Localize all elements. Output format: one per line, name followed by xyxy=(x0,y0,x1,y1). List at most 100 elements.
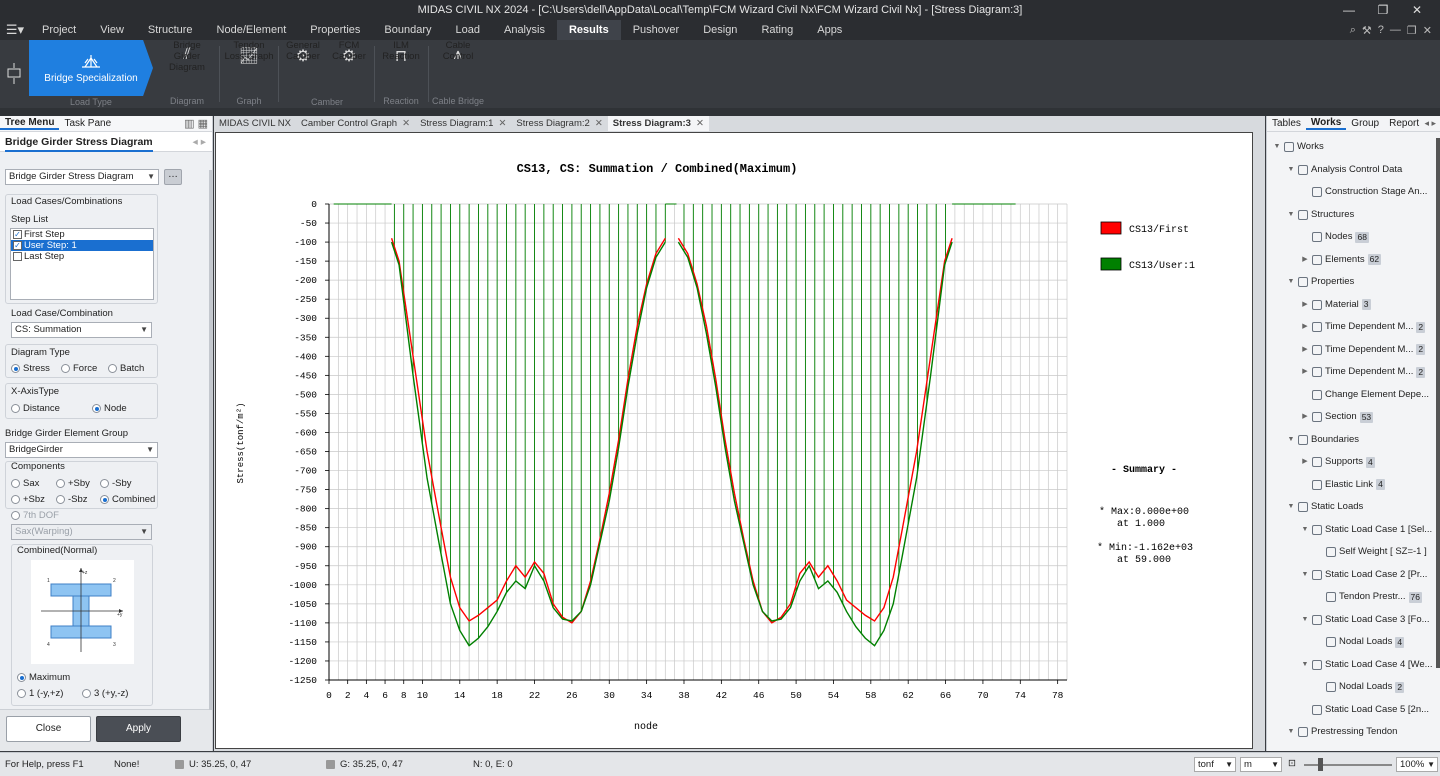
expand-toggle-icon[interactable]: ▶ xyxy=(1301,298,1309,312)
expand-toggle-icon[interactable]: ▶ xyxy=(1301,365,1309,379)
expand-toggle-icon[interactable]: ▼ xyxy=(1287,275,1295,289)
radio-distance[interactable]: Distance xyxy=(11,403,60,414)
doc-tab-5[interactable]: Stress Diagram:3 ✕ xyxy=(607,116,709,131)
tree-item[interactable]: Static Load Case 5 [2n... xyxy=(1301,703,1429,717)
tab-works[interactable]: Works xyxy=(1305,117,1347,130)
expand-toggle-icon[interactable]: ▼ xyxy=(1287,163,1295,177)
close-tab-icon[interactable]: ✕ xyxy=(696,116,704,131)
tab-group[interactable]: Group xyxy=(1346,118,1384,129)
element-group-select[interactable]: BridgeGirder ▼ xyxy=(5,442,158,458)
apply-button[interactable]: Apply xyxy=(96,716,181,742)
close-tab-icon[interactable]: ✕ xyxy=(498,116,506,131)
fit-view-icon[interactable]: ⊡ xyxy=(1288,758,1296,769)
menu-rating[interactable]: Rating xyxy=(749,20,805,40)
step-list[interactable]: ✓ First Step ✓ User Step: 1 Last Step xyxy=(10,228,154,300)
radio-maximum[interactable]: Maximum xyxy=(17,672,70,683)
radio-plus-sbz[interactable]: +Sbz xyxy=(11,494,45,505)
expand-toggle-icon[interactable]: ▼ xyxy=(1301,658,1309,672)
close-tab-icon[interactable]: ✕ xyxy=(595,116,603,131)
doc-tab-1[interactable]: MIDAS CIVIL NX xyxy=(214,116,296,131)
menu-results[interactable]: Results xyxy=(556,20,621,40)
radio-sax[interactable]: Sax xyxy=(11,478,39,489)
tree-item[interactable]: ▶ Section 53 xyxy=(1301,410,1374,424)
menu-analysis[interactable]: Analysis xyxy=(492,20,557,40)
tools-icon[interactable]: ⚒ xyxy=(1362,24,1372,37)
length-unit-select[interactable]: m ▼ xyxy=(1240,757,1282,772)
tree-item[interactable]: ▼ Static Load Case 3 [Fo... xyxy=(1301,613,1430,627)
tree-item[interactable]: ▼ Analysis Control Data xyxy=(1287,163,1402,177)
step-last[interactable]: Last Step xyxy=(11,251,153,262)
menu-project[interactable]: Project xyxy=(30,20,88,40)
expand-toggle-icon[interactable]: ▼ xyxy=(1287,433,1295,447)
expand-toggle-icon[interactable]: ▼ xyxy=(1301,523,1309,537)
tree-item[interactable]: Nodal Loads 4 xyxy=(1315,635,1405,649)
tree-item[interactable]: ▶ Time Dependent M... 2 xyxy=(1301,365,1426,379)
expand-toggle-icon[interactable]: ▶ xyxy=(1301,343,1309,357)
bridge-girder-diagram-button[interactable]: ⫽ Bridge Girder Diagram Diagram xyxy=(158,40,216,108)
ilm-reaction-button[interactable]: ⊓ ILM Reaction Reaction xyxy=(377,40,425,108)
radio-7th-dof[interactable]: 7th DOF xyxy=(11,510,59,521)
panel-layout-icon[interactable]: ▥ ▦ xyxy=(184,117,208,130)
tree-item[interactable]: ▼ Static Load Case 2 [Pr... xyxy=(1301,568,1427,582)
load-case-select[interactable]: CS: Summation ▼ xyxy=(11,322,152,338)
menu-apps[interactable]: Apps xyxy=(805,20,854,40)
menu-load[interactable]: Load xyxy=(444,20,492,40)
radio-combined[interactable]: Combined xyxy=(100,494,155,505)
radio-plus-sby[interactable]: +Sby xyxy=(56,478,90,489)
tree-item[interactable]: Nodal Loads 2 xyxy=(1315,680,1405,694)
menu-view[interactable]: View xyxy=(88,20,136,40)
bridge-specialization-button[interactable]: Bridge Specialization xyxy=(29,40,153,96)
force-unit-select[interactable]: tonf ▼ xyxy=(1194,757,1236,772)
doc-tab-4[interactable]: Stress Diagram:2 ✕ xyxy=(511,116,607,131)
tendon-loss-graph-button[interactable]: 📈︎ Tendon Loss Graph Graph xyxy=(222,40,276,108)
radio-batch[interactable]: Batch xyxy=(108,363,144,374)
menu-structure[interactable]: Structure xyxy=(136,20,205,40)
diagram-select[interactable]: Bridge Girder Stress Diagram ▼ xyxy=(5,169,159,185)
close-window-button[interactable]: ✕ xyxy=(1400,3,1434,17)
tree-item[interactable]: ▶ Time Dependent M... 2 xyxy=(1301,343,1426,357)
minimize-button[interactable]: — xyxy=(1332,3,1366,17)
more-button[interactable]: … xyxy=(164,169,182,185)
close-button[interactable]: Close xyxy=(6,716,91,742)
ribbon-toggle-icon[interactable] xyxy=(0,40,28,108)
tree-item[interactable]: Tendon Prestr... 76 xyxy=(1315,590,1423,604)
tab-report[interactable]: Report xyxy=(1384,118,1424,129)
expand-toggle-icon[interactable]: ▶ xyxy=(1301,410,1309,424)
tree-item[interactable]: ▼ Works xyxy=(1273,140,1324,154)
doc-tab-2[interactable]: Camber Control Graph ✕ xyxy=(296,116,415,131)
tree-item[interactable]: Nodes 68 xyxy=(1301,230,1369,244)
tree-item[interactable]: Self Weight [ SZ=-1 ] xyxy=(1315,545,1427,559)
zoom-slider-handle[interactable] xyxy=(1318,758,1323,771)
zoom-select[interactable]: 100% ▼ xyxy=(1396,757,1438,772)
tree-item[interactable]: Construction Stage An... xyxy=(1301,185,1427,199)
expand-toggle-icon[interactable]: ▼ xyxy=(1301,568,1309,582)
checkbox-first-step[interactable]: ✓ xyxy=(13,230,22,239)
tree-item[interactable]: ▼ Static Loads xyxy=(1287,500,1363,514)
tab-tree-menu[interactable]: Tree Menu xyxy=(0,117,60,130)
close-doc-icon[interactable]: ✕ xyxy=(1423,24,1432,37)
expand-toggle-icon[interactable]: ▼ xyxy=(1287,725,1295,739)
minimize-doc-icon[interactable]: — xyxy=(1390,24,1401,37)
restore-button[interactable]: ❐ xyxy=(1366,3,1400,17)
expand-toggle-icon[interactable]: ▼ xyxy=(1301,613,1309,627)
doc-tab-3[interactable]: Stress Diagram:1 ✕ xyxy=(415,116,511,131)
panel-nav-icon[interactable]: ◂ ▸ xyxy=(193,132,206,152)
tree-item[interactable]: ▶ Elements 62 xyxy=(1301,253,1382,267)
radio-node[interactable]: Node xyxy=(92,403,127,414)
tab-nav-icon[interactable]: ◂ ▸ xyxy=(1424,118,1436,129)
close-tab-icon[interactable]: ✕ xyxy=(402,116,410,131)
checkbox-last-step[interactable] xyxy=(13,252,22,261)
help-icon[interactable]: ? xyxy=(1378,24,1384,37)
tree-item[interactable]: ▶ Time Dependent M... 2 xyxy=(1301,320,1426,334)
radio-stress[interactable]: Stress xyxy=(11,363,50,374)
expand-toggle-icon[interactable]: ▶ xyxy=(1301,320,1309,334)
expand-toggle-icon[interactable]: ▶ xyxy=(1301,455,1309,469)
radio-pos-1[interactable]: 1 (-y,+z) xyxy=(17,688,63,699)
menu-boundary[interactable]: Boundary xyxy=(372,20,443,40)
tree-item[interactable]: ▼ Static Load Case 1 [Sel... xyxy=(1301,523,1432,537)
expand-toggle-icon[interactable]: ▼ xyxy=(1287,208,1295,222)
tree-scrollbar[interactable] xyxy=(1436,138,1440,668)
expand-toggle-icon[interactable]: ▶ xyxy=(1301,253,1309,267)
radio-minus-sbz[interactable]: -Sbz xyxy=(56,494,88,505)
menu-node-element[interactable]: Node/Element xyxy=(205,20,299,40)
